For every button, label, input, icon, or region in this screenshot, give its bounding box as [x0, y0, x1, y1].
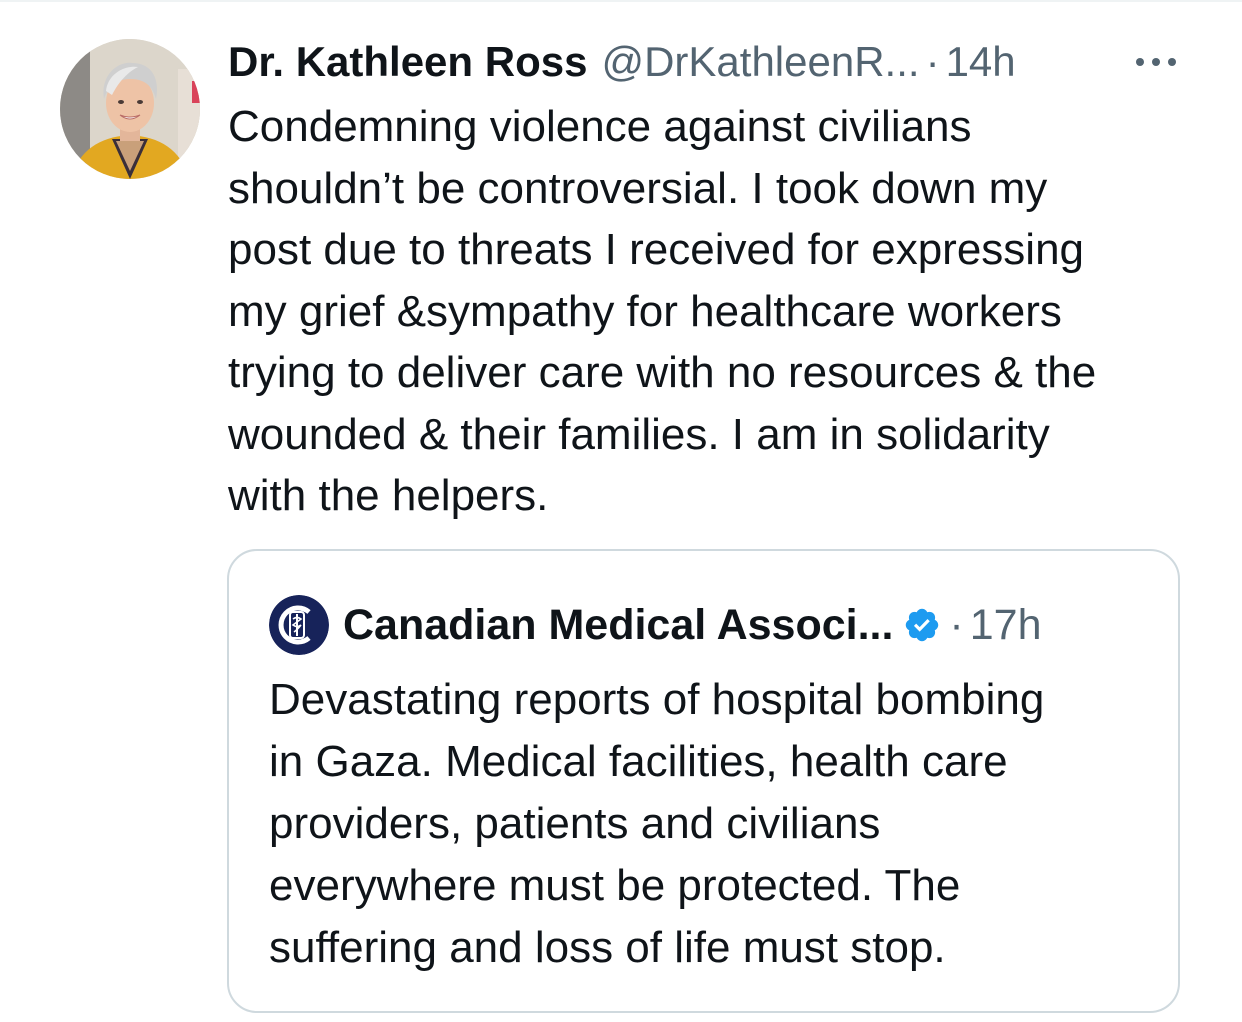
- caduceus-logo-icon[interactable]: [269, 595, 329, 655]
- verified-badge: [903, 606, 941, 644]
- quoted-tweet-header: Canadian Medical Associ... · 17h: [269, 595, 1042, 655]
- author-avatar[interactable]: [60, 39, 200, 179]
- more-options-button[interactable]: [1126, 44, 1186, 80]
- quoted-separator-dot: ·: [949, 600, 964, 649]
- tweet-timestamp[interactable]: 14h: [946, 34, 1016, 90]
- separator-dot: ·: [925, 38, 940, 85]
- tweet-header: Dr. Kathleen Ross @DrKathleenR... · 14h: [228, 34, 1188, 90]
- tweet-body-text: Condemning violence against civilians sh…: [228, 102, 1097, 520]
- top-divider: [0, 0, 1242, 2]
- avatar-photo-icon: [60, 39, 200, 179]
- quoted-tweet-card[interactable]: Canadian Medical Associ... · 17h Devasta…: [227, 549, 1180, 1013]
- quoted-timestamp[interactable]: 17h: [970, 601, 1042, 650]
- quoted-tweet-body-text: Devastating reports of hospital bombing …: [269, 675, 1045, 972]
- author-handle[interactable]: @DrKathleenR...: [601, 34, 919, 90]
- quoted-author-name[interactable]: Canadian Medical Associ...: [343, 601, 893, 650]
- author-display-name[interactable]: Dr. Kathleen Ross: [228, 34, 587, 90]
- more-horizontal-icon: [1136, 58, 1176, 66]
- verified-badge-icon: [906, 608, 939, 642]
